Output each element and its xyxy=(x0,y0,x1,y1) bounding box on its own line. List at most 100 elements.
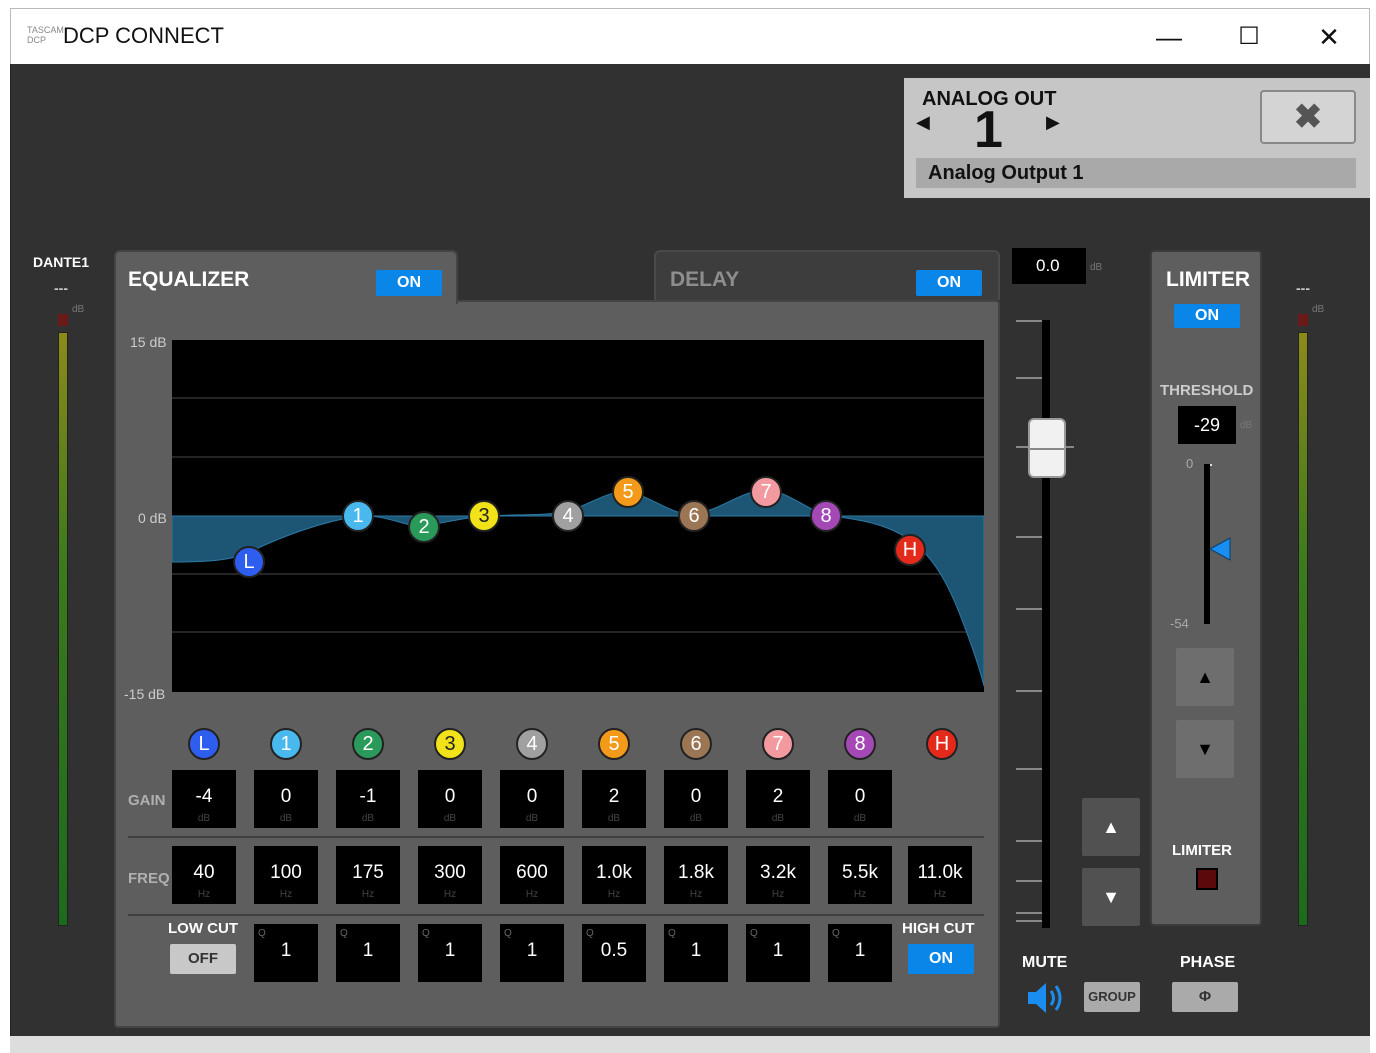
eq-y-label-mid: 0 dB xyxy=(138,510,167,526)
gain-cell-5[interactable]: 2 dB xyxy=(582,770,646,828)
graph-band-4[interactable]: 4 xyxy=(552,500,584,532)
threshold-slider-handle[interactable] xyxy=(1208,536,1234,562)
graph-band-2[interactable]: 2 xyxy=(408,511,440,543)
q-cell-1[interactable]: Q1 xyxy=(254,924,318,982)
band-icon-2[interactable]: 2 xyxy=(352,728,384,760)
freq-cell-2[interactable]: 175 Hz xyxy=(336,846,400,904)
tab-equalizer[interactable]: EQUALIZER ON xyxy=(114,250,458,304)
close-window-button[interactable]: ✕ xyxy=(1309,17,1349,57)
gain-cell-L[interactable]: -4 dB xyxy=(172,770,236,828)
graph-band-6[interactable]: 6 xyxy=(678,500,710,532)
limiter-on-button[interactable]: ON xyxy=(1174,304,1240,328)
fader-value-display[interactable]: 0.0 xyxy=(1012,248,1086,284)
threshold-up-button[interactable]: ▲ xyxy=(1176,648,1234,706)
graph-band-H[interactable]: H xyxy=(894,534,926,566)
q-cell-4[interactable]: Q1 xyxy=(500,924,564,982)
output-meter-value: --- xyxy=(1296,280,1310,296)
group-button[interactable]: GROUP xyxy=(1084,982,1140,1012)
input-level-meter xyxy=(58,332,68,926)
speaker-icon[interactable] xyxy=(1026,980,1066,1016)
limiter-indicator-label: LIMITER xyxy=(1172,842,1232,859)
graph-band-L[interactable]: L xyxy=(233,546,265,578)
threshold-down-button[interactable]: ▼ xyxy=(1176,720,1234,778)
output-meter-unit: dB xyxy=(1312,304,1325,315)
gain-cell-6[interactable]: 0 dB xyxy=(664,770,728,828)
graph-band-1[interactable]: 1 xyxy=(342,500,374,532)
fader-down-button[interactable]: ▼ xyxy=(1082,868,1140,926)
gain-cell-8[interactable]: 0 dB xyxy=(828,770,892,828)
freq-cell-L[interactable]: 40 Hz xyxy=(172,846,236,904)
gain-cell-2[interactable]: -1 dB xyxy=(336,770,400,828)
band-icon-6[interactable]: 6 xyxy=(680,728,712,760)
channel-selector-panel: ANALOG OUT ◀ 1 ▶ ✖ Analog Output 1 xyxy=(904,78,1370,198)
fader-track[interactable] xyxy=(1042,320,1050,928)
graph-band-5[interactable]: 5 xyxy=(612,476,644,508)
freq-q-separator xyxy=(128,914,984,916)
freq-row-label: FREQ xyxy=(128,870,170,887)
band-icon-3[interactable]: 3 xyxy=(434,728,466,760)
gain-row-label: GAIN xyxy=(128,792,166,809)
limiter-indicator-led xyxy=(1196,868,1218,890)
freq-cell-5[interactable]: 1.0k Hz xyxy=(582,846,646,904)
freq-cell-H[interactable]: 11.0k Hz xyxy=(908,846,972,904)
q-cell-5[interactable]: Q 0.5 xyxy=(582,924,646,982)
fader-knob[interactable] xyxy=(1028,418,1066,478)
threshold-scale-min: -54 xyxy=(1170,616,1189,631)
fader-tick xyxy=(1016,536,1042,538)
band-icon-5[interactable]: 5 xyxy=(598,728,630,760)
maximize-button[interactable]: ☐ xyxy=(1229,17,1269,57)
q-cell-7[interactable]: Q1 xyxy=(746,924,810,982)
high-cut-button[interactable]: ON xyxy=(908,944,974,974)
q-cell-3[interactable]: Q1 xyxy=(418,924,482,982)
app-logo: TASCAM DCP xyxy=(27,25,64,45)
eq-response-graph[interactable]: L 1 2 3 4 5 6 7 8 H xyxy=(171,340,985,692)
threshold-value-display[interactable]: -29 xyxy=(1178,406,1236,444)
band-icon-4[interactable]: 4 xyxy=(516,728,548,760)
limiter-title: LIMITER xyxy=(1166,268,1250,291)
input-peak-indicator xyxy=(58,314,68,326)
band-icon-L[interactable]: L xyxy=(188,728,220,760)
q-cell-6[interactable]: Q1 xyxy=(664,924,728,982)
low-cut-label: LOW CUT xyxy=(168,920,238,937)
band-icon-H[interactable]: H xyxy=(926,728,958,760)
delay-title: DELAY xyxy=(670,268,740,291)
input-meter-label: DANTE1 xyxy=(33,254,90,270)
input-meter-value: --- xyxy=(54,280,68,296)
output-level-meter xyxy=(1298,332,1308,926)
gain-cell-4[interactable]: 0 dB xyxy=(500,770,564,828)
freq-cell-8[interactable]: 5.5k Hz xyxy=(828,846,892,904)
band-icon-1[interactable]: 1 xyxy=(270,728,302,760)
freq-cell-1[interactable]: 100 Hz xyxy=(254,846,318,904)
gain-cell-1[interactable]: 0 dB xyxy=(254,770,318,828)
next-channel-button[interactable]: ▶ xyxy=(1046,112,1060,133)
band-icon-7[interactable]: 7 xyxy=(762,728,794,760)
freq-cell-4[interactable]: 600 Hz xyxy=(500,846,564,904)
q-cell-8[interactable]: Q1 xyxy=(828,924,892,982)
bottom-strip xyxy=(10,1036,1370,1053)
channel-number: 1 xyxy=(974,101,1003,159)
minimize-button[interactable]: — xyxy=(1149,17,1189,57)
low-cut-button[interactable]: OFF xyxy=(170,944,236,974)
equalizer-on-button[interactable]: ON xyxy=(376,270,442,296)
freq-cell-3[interactable]: 300 Hz xyxy=(418,846,482,904)
freq-cell-6[interactable]: 1.8k Hz xyxy=(664,846,728,904)
close-channel-button[interactable]: ✖ xyxy=(1260,90,1356,144)
previous-channel-button[interactable]: ◀ xyxy=(916,112,930,133)
freq-cell-7[interactable]: 3.2k Hz xyxy=(746,846,810,904)
mute-label: MUTE xyxy=(1022,954,1068,971)
gain-cell-3[interactable]: 0 dB xyxy=(418,770,482,828)
tab-delay[interactable]: DELAY ON xyxy=(654,250,1000,300)
phase-label: PHASE xyxy=(1180,954,1236,971)
band-icon-8[interactable]: 8 xyxy=(844,728,876,760)
graph-band-7[interactable]: 7 xyxy=(750,476,782,508)
graph-band-3[interactable]: 3 xyxy=(468,500,500,532)
gain-cell-7[interactable]: 2 dB xyxy=(746,770,810,828)
threshold-scale-max: 0 xyxy=(1186,456,1194,471)
delay-on-button[interactable]: ON xyxy=(916,270,982,296)
graph-band-8[interactable]: 8 xyxy=(810,500,842,532)
fader-up-button[interactable]: ▲ xyxy=(1082,798,1140,856)
channel-name-field[interactable]: Analog Output 1 xyxy=(916,158,1356,188)
fader-tick xyxy=(1016,912,1042,914)
q-cell-2[interactable]: Q1 xyxy=(336,924,400,982)
phase-button[interactable]: Φ xyxy=(1172,982,1238,1012)
